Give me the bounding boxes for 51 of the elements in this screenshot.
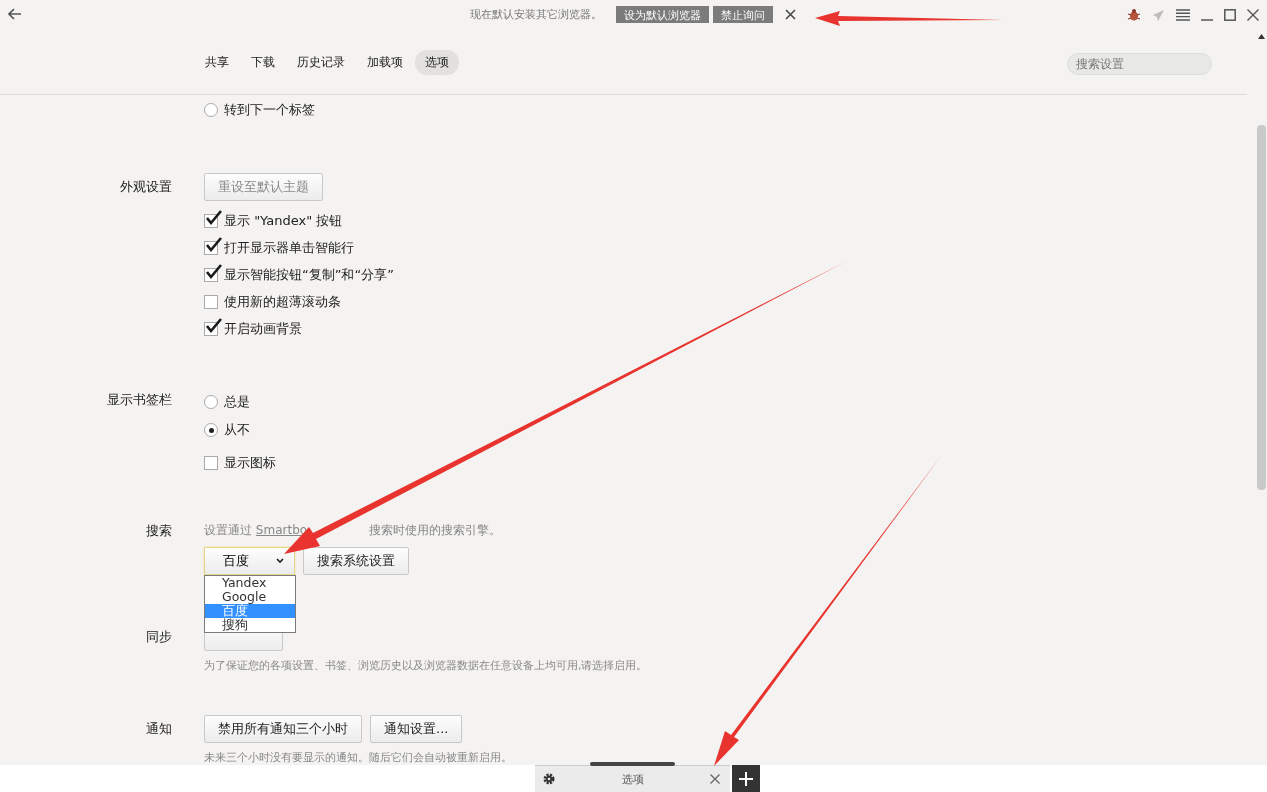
- checkbox-label: 使用新的超薄滚动条: [224, 292, 341, 311]
- nav-tab[interactable]: 选项: [415, 49, 459, 75]
- close-icon[interactable]: [1247, 9, 1259, 21]
- radio-label: 总是: [224, 393, 250, 411]
- description-text: 设置通过 Smartbo 搜索时使用的搜索引擎。: [204, 522, 503, 539]
- gear-icon: [543, 773, 555, 785]
- checkbox-label: 打开显示器单击智能行: [224, 238, 354, 257]
- description-text: 为了保证您的各项设置、书签、浏览历史以及浏览器数据在任意设备上均可用,请选择启用。: [204, 659, 649, 673]
- close-icon[interactable]: [710, 774, 720, 784]
- search-engine-dropdown[interactable]: 百度: [204, 547, 295, 575]
- radio-label: 从不: [224, 421, 250, 439]
- settings-button[interactable]: 禁用所有通知三个小时: [204, 715, 362, 743]
- nav-tab[interactable]: 历史记录: [287, 49, 355, 75]
- checkbox[interactable]: [204, 294, 218, 309]
- notice-text: 现在默认安装其它浏览器。: [470, 7, 602, 22]
- checkbox-label: 显示智能按钮“复制”和“分享”: [224, 265, 394, 284]
- checkbox[interactable]: [204, 456, 218, 470]
- back-arrow-icon[interactable]: [8, 8, 22, 20]
- radio-button[interactable]: [204, 395, 218, 409]
- section-label: 同步: [146, 629, 172, 644]
- section-label: 通知: [146, 721, 172, 736]
- radio-label: 转到下一个标签: [224, 100, 315, 119]
- description-text: 未来三个小时没有要显示的通知。随后它们会自动被重新启用。: [204, 751, 513, 765]
- nav-tab[interactable]: 共享: [195, 49, 239, 75]
- maximize-icon[interactable]: [1224, 9, 1236, 21]
- close-icon[interactable]: [785, 9, 796, 20]
- new-tab-button[interactable]: [732, 765, 760, 792]
- nav-tab[interactable]: 下载: [241, 49, 285, 75]
- section-label: 外观设置: [120, 179, 172, 194]
- section-label: 显示书签栏: [107, 392, 172, 407]
- notice-button[interactable]: 设为默认浏览器: [616, 6, 709, 23]
- notice-button[interactable]: 禁止询问: [713, 6, 773, 23]
- dropdown-option[interactable]: Google: [205, 590, 295, 604]
- settings-button[interactable]: 通知设置...: [370, 715, 463, 743]
- chevron-down-icon: [276, 558, 284, 564]
- bug-icon[interactable]: [1127, 8, 1141, 22]
- nav-tab[interactable]: 加载项: [357, 49, 413, 75]
- browser-tab[interactable]: 选项: [535, 765, 730, 792]
- section-label: 搜索: [146, 523, 172, 538]
- checkbox-label: 显示 "Yandex" 按钮: [224, 211, 343, 230]
- menu-icon[interactable]: [1176, 9, 1190, 21]
- plus-icon: [739, 771, 753, 786]
- checkbox-label: 开启动画背景: [224, 319, 302, 338]
- dropdown-option[interactable]: Yandex: [205, 576, 295, 590]
- checkbox-label: 显示图标: [224, 454, 276, 472]
- settings-button[interactable]: 搜索系统设置: [303, 547, 409, 575]
- radio-button[interactable]: [204, 423, 218, 437]
- scroll-up-icon[interactable]: [1257, 34, 1265, 39]
- search-field[interactable]: 搜索设置: [1067, 53, 1212, 75]
- dropdown-option[interactable]: 搜狗: [205, 618, 295, 632]
- radio-button[interactable]: [204, 102, 218, 117]
